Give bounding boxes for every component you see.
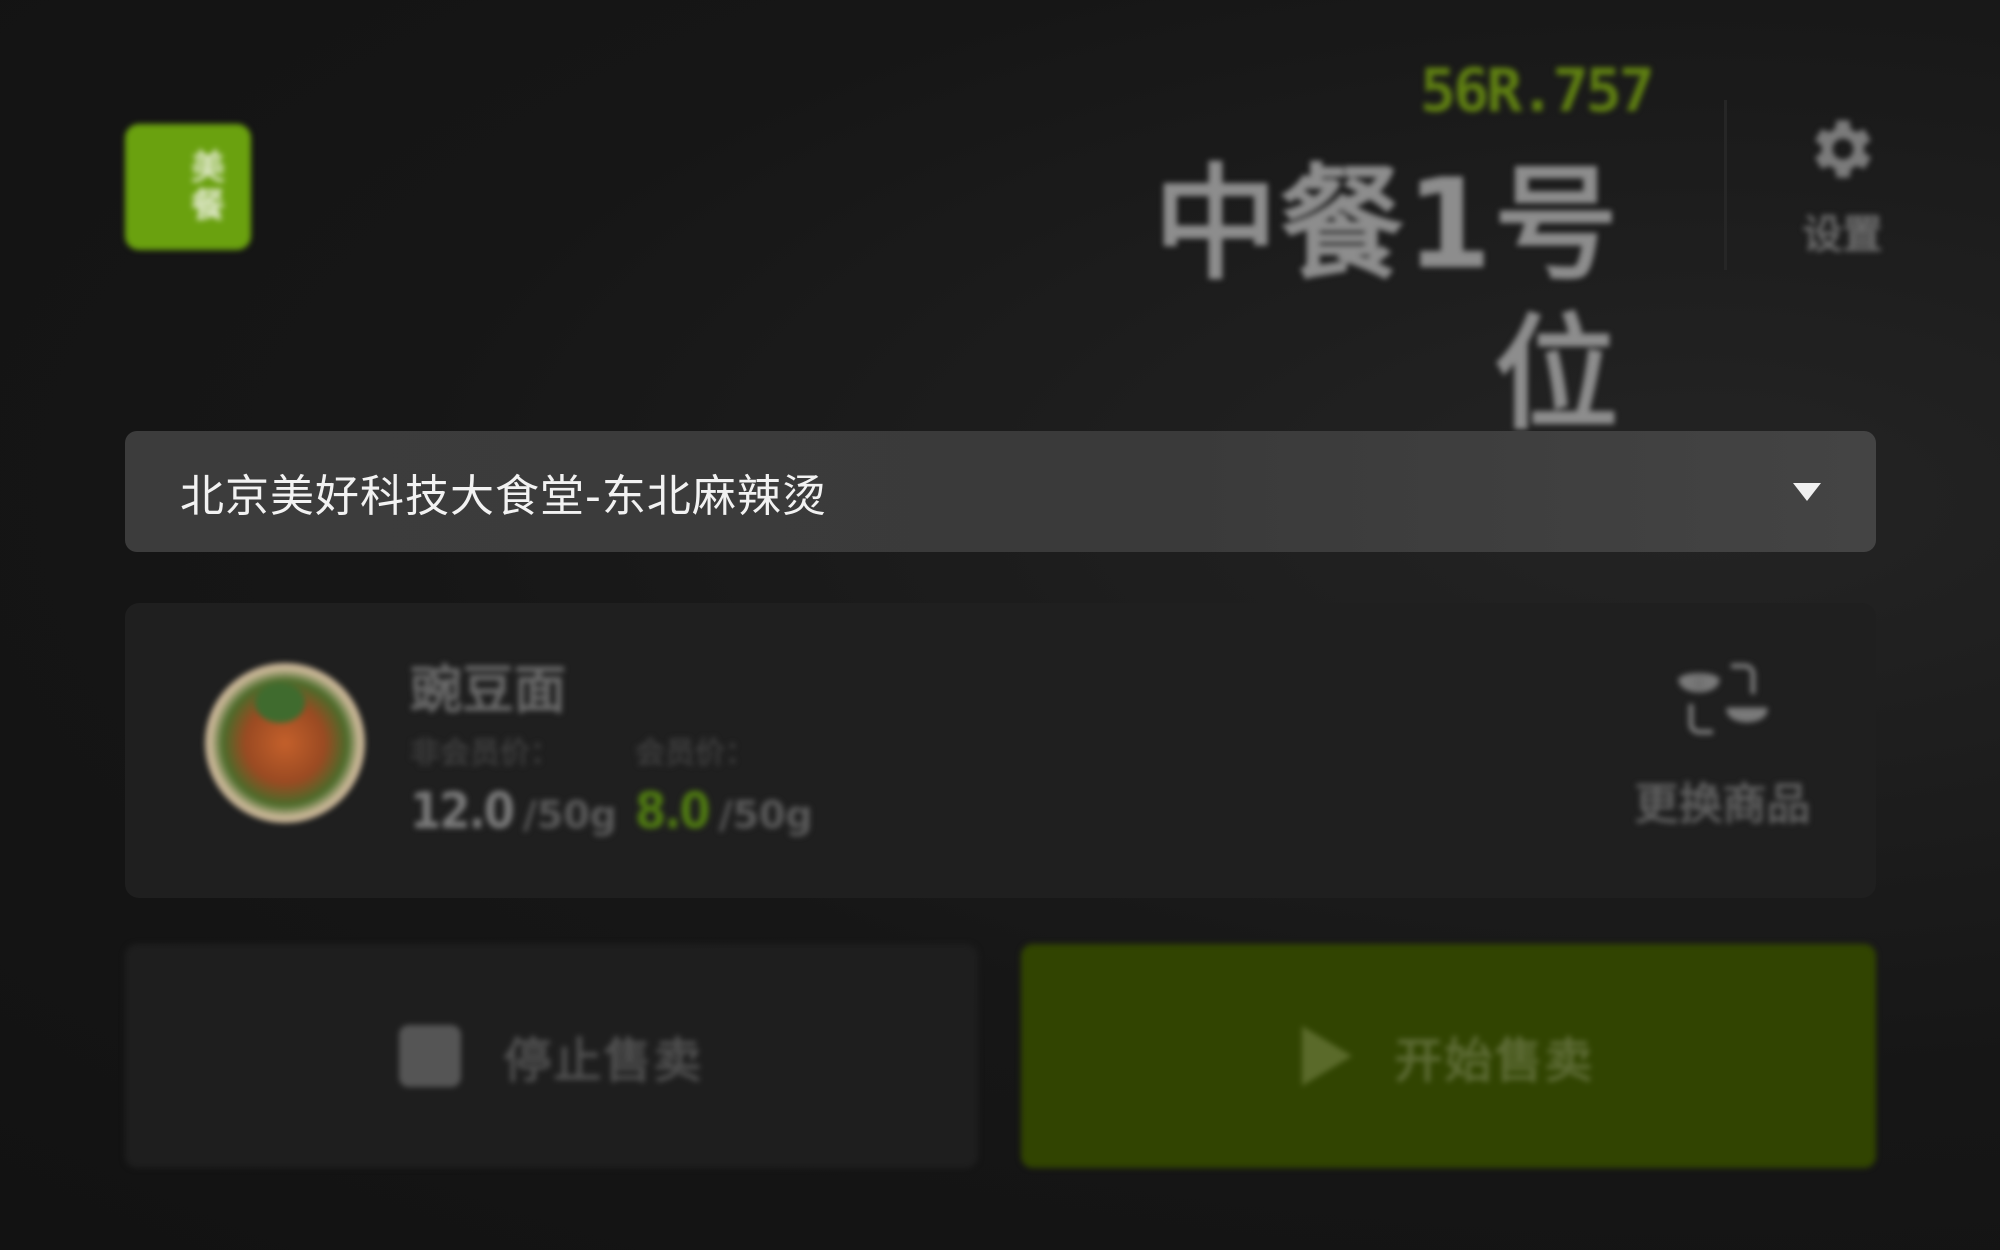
- start-sales-button[interactable]: 开始售卖: [1021, 944, 1876, 1168]
- dish-image: [205, 663, 365, 823]
- stop-sales-label: 停止售卖: [503, 1033, 704, 1089]
- logo-text: 美餐: [184, 149, 225, 225]
- product-name: 豌豆面: [410, 661, 567, 721]
- sales-terminal-screen: 美餐 56R.757 中餐1号位 设置 北京美好科技大食堂-东北麻辣烫 豌豆面 …: [0, 0, 2000, 1250]
- start-sales-label: 开始售卖: [1394, 1033, 1595, 1089]
- stop-icon: [399, 1025, 462, 1087]
- dish-garnish: [255, 683, 305, 723]
- member-price-block: 会员价： 8.0 /50g: [635, 728, 885, 868]
- swap-bowls-icon: [1677, 663, 1768, 735]
- device-code: 56R.757: [1420, 56, 1655, 126]
- store-select-value: 北京美好科技大食堂-东北麻辣烫: [180, 470, 827, 522]
- gear-icon: [1814, 120, 1871, 178]
- stop-sales-button[interactable]: 停止售卖: [125, 944, 978, 1168]
- member-price-value: 8.0: [635, 782, 711, 840]
- header-divider: [1724, 100, 1727, 270]
- product-card: 豌豆面 非会员价： 12.0 /50g 会员价： 8.0 /50g 更换商品: [125, 603, 1876, 898]
- member-price-unit: /50g: [718, 793, 813, 837]
- settings-button[interactable]: 设置: [1785, 110, 1900, 280]
- change-product-button[interactable]: 更换商品: [1605, 658, 1840, 858]
- standard-price-label: 非会员价：: [410, 736, 560, 771]
- play-icon: [1302, 1026, 1353, 1086]
- caret-down-icon: [1793, 482, 1821, 501]
- store-select[interactable]: 北京美好科技大食堂-东北麻辣烫: [125, 431, 1876, 552]
- standard-price-value: 12.0: [410, 782, 515, 840]
- station-title: 中餐1号位: [1153, 153, 1620, 447]
- brand-logo: 美餐: [125, 124, 251, 250]
- change-product-label: 更换商品: [1634, 779, 1811, 830]
- settings-label: 设置: [1802, 212, 1883, 258]
- member-price-label: 会员价：: [635, 736, 755, 771]
- standard-price-block: 非会员价： 12.0 /50g: [410, 728, 630, 868]
- standard-price-unit: /50g: [523, 793, 617, 837]
